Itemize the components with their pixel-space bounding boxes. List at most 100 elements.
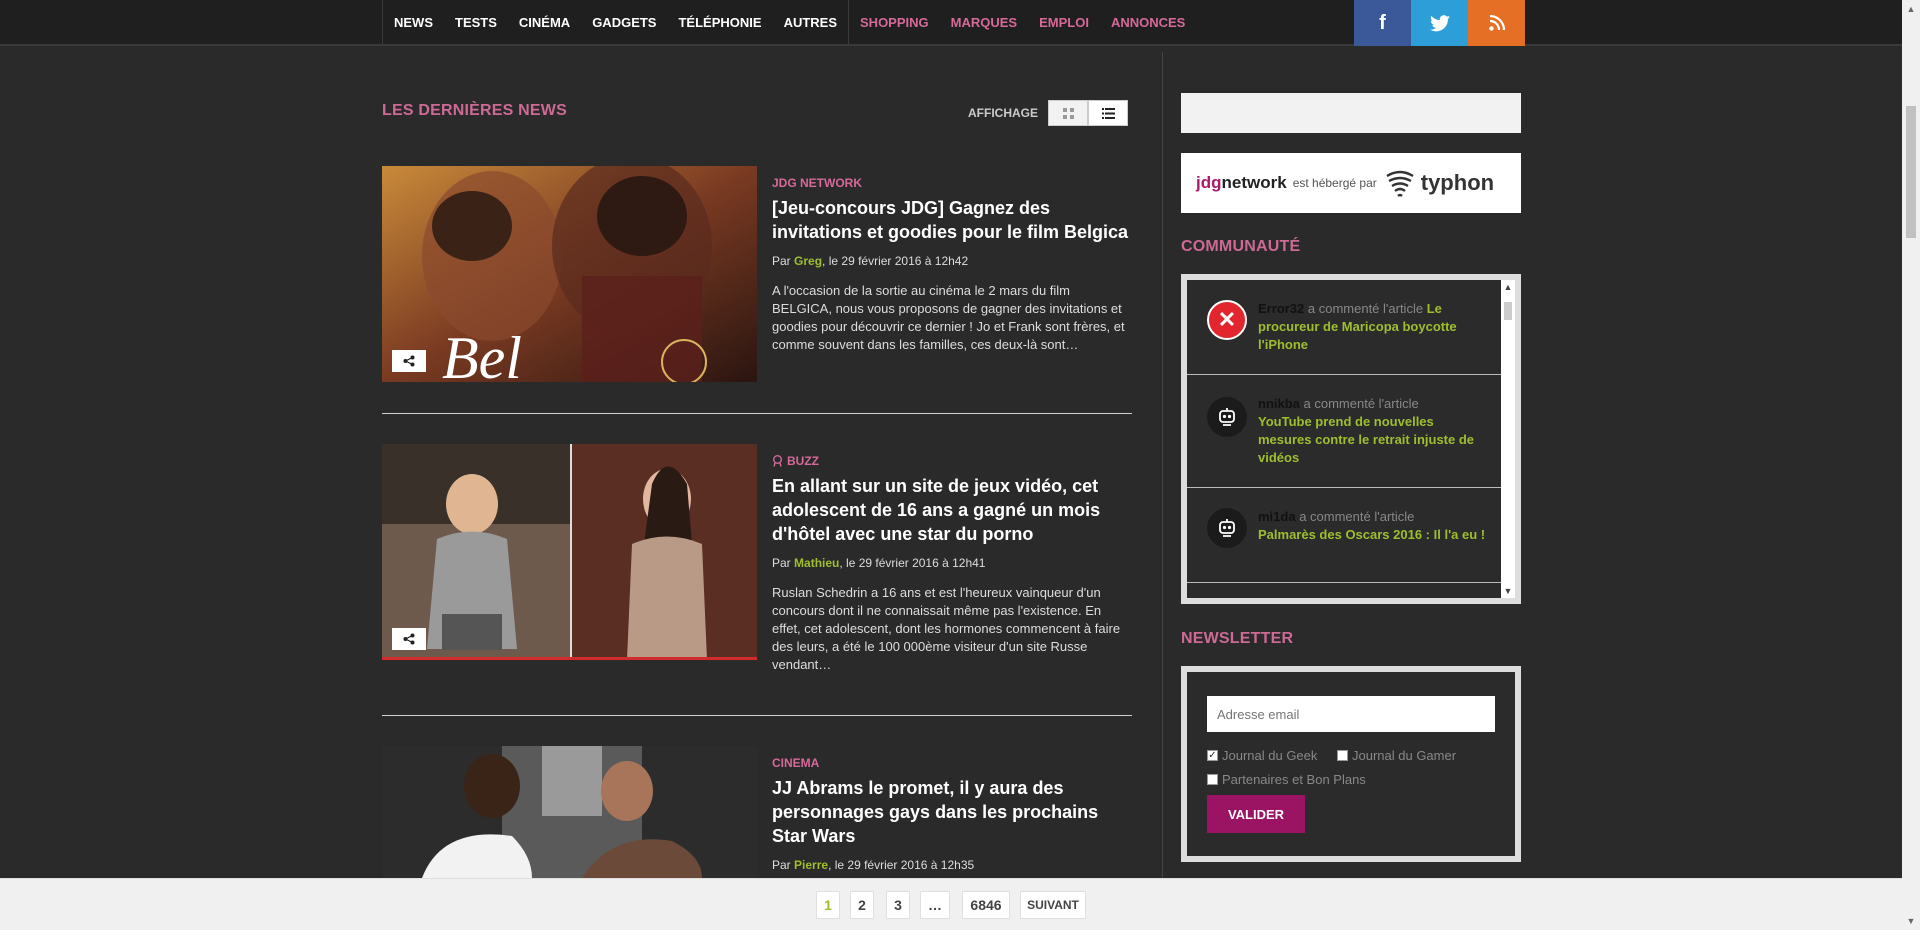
page-1[interactable]: 1: [816, 891, 840, 919]
comment-user[interactable]: mi1da: [1258, 509, 1296, 524]
category-label[interactable]: BUZZ: [787, 454, 819, 468]
robot-avatar-icon: [1207, 508, 1247, 548]
article-category[interactable]: JDG NETWORK: [772, 176, 862, 190]
article-divider: [382, 413, 1132, 414]
comment-user[interactable]: nnikba: [1258, 396, 1300, 411]
comment-action: a commenté l'article: [1299, 509, 1415, 524]
by-label: Par: [772, 556, 791, 570]
pagination-bar: 1 2 3 … 6846 SUIVANT: [0, 878, 1902, 930]
article-title[interactable]: JJ Abrams le promet, il y aura des perso…: [772, 776, 1132, 848]
article-meta: Par Mathieu, le 29 février 2016 à 12h41: [772, 556, 985, 570]
article-card: Bel JDG NETWORK [Jeu-concours JDG] Gagne…: [382, 166, 1132, 382]
page-last[interactable]: 6846: [962, 891, 1010, 919]
comment-item[interactable]: ✕ Error32 a commenté l'article Le procur…: [1187, 280, 1503, 375]
scroll-down-icon[interactable]: ▼: [1902, 916, 1920, 926]
email-field[interactable]: [1207, 696, 1495, 732]
nav-emploi[interactable]: EMPLOI: [1028, 0, 1100, 46]
nav-autres[interactable]: AUTRES: [773, 0, 848, 46]
page-scrollbar-thumb[interactable]: [1906, 106, 1916, 238]
nav-gadgets[interactable]: GADGETS: [581, 0, 667, 46]
comment-item[interactable]: nnikba a commenté l'article YouTube pren…: [1187, 375, 1503, 488]
newsletter-title: NEWSLETTER: [1181, 630, 1294, 647]
comment-user[interactable]: Error32: [1258, 301, 1304, 316]
nav-cinema[interactable]: CINÉMA: [508, 0, 581, 46]
comment-article-link[interactable]: Palmarès des Oscars 2016 : Il l'a eu !: [1258, 527, 1485, 542]
article-title[interactable]: [Jeu-concours JDG] Gagnez des invitation…: [772, 196, 1132, 244]
comment-action: a commenté l'article: [1303, 396, 1419, 411]
checkbox-label: Journal du Gamer: [1352, 748, 1457, 763]
comment-text: Error32 a commenté l'article Le procureu…: [1258, 300, 1488, 354]
list-view-icon[interactable]: [1088, 100, 1128, 126]
rss-icon[interactable]: [1468, 0, 1525, 46]
svg-text:Bel: Bel: [442, 325, 522, 382]
article-date: , le 29 février 2016 à 12h41: [839, 556, 986, 570]
column-divider: [1162, 52, 1163, 878]
page-3[interactable]: 3: [886, 891, 910, 919]
article-excerpt: Ruslan Schedrin a 16 ans et est l'heureu…: [772, 585, 1121, 672]
by-label: Par: [772, 858, 791, 872]
nav-news[interactable]: NEWS: [383, 0, 444, 46]
community-scrollbar[interactable]: ▲ ▼: [1501, 280, 1515, 598]
comment-text: mi1da a commenté l'article Palmarès des …: [1258, 508, 1488, 544]
social-links: f: [1354, 0, 1525, 46]
checkbox-checked[interactable]: ✓: [1207, 750, 1218, 761]
view-toggle: [1048, 100, 1128, 126]
chevron-up-icon[interactable]: ▲: [1501, 282, 1515, 292]
opt-partenaires[interactable]: Partenaires et Bon Plans: [1207, 772, 1366, 787]
comment-article-link[interactable]: YouTube prend de nouvelles mesures contr…: [1258, 414, 1474, 465]
article-excerpt: A l'occasion de la sortie au cinéma le 2…: [772, 283, 1125, 352]
chevron-down-icon[interactable]: ▼: [1501, 586, 1515, 596]
buzz-icon: [773, 455, 782, 467]
nav-telephonie[interactable]: TÉLÉPHONIE: [667, 0, 772, 46]
comment-action: a commenté l'article: [1307, 301, 1424, 316]
scroll-up-icon[interactable]: ▲: [1902, 4, 1920, 14]
article-meta: Par Pierre, le 29 février 2016 à 12h35: [772, 858, 974, 872]
article-divider: [382, 715, 1132, 716]
nav-annonces[interactable]: ANNONCES: [1100, 0, 1196, 46]
article-thumbnail[interactable]: Bel: [382, 166, 757, 382]
newsletter-widget: ✓ Journal du Geek Journal du Gamer Parte…: [1181, 666, 1521, 862]
article-title[interactable]: En allant sur un site de jeux vidéo, cet…: [772, 474, 1132, 546]
checkbox[interactable]: [1337, 750, 1348, 761]
top-navigation-bar: NEWS TESTS CINÉMA GADGETS TÉLÉPHONIE AUT…: [0, 0, 1902, 46]
ad-banner[interactable]: [1181, 93, 1521, 133]
newsletter-form: ✓ Journal du Geek Journal du Gamer Parte…: [1187, 672, 1515, 856]
valider-button[interactable]: VALIDER: [1207, 795, 1305, 833]
twitter-icon[interactable]: [1411, 0, 1468, 46]
nav-shopping[interactable]: SHOPPING: [849, 0, 940, 46]
checkbox-label: Journal du Geek: [1222, 748, 1318, 763]
community-list[interactable]: ✕ Error32 a commenté l'article Le procur…: [1187, 280, 1515, 598]
nav-marques[interactable]: MARQUES: [940, 0, 1028, 46]
checkbox[interactable]: [1207, 774, 1218, 785]
typhon-icon: [1386, 170, 1414, 197]
grid-view-icon[interactable]: [1048, 100, 1088, 126]
scrollbar-thumb[interactable]: [1504, 302, 1512, 320]
share-icon[interactable]: [392, 628, 426, 650]
article-meta: Par Greg, le 29 février 2016 à 12h42: [772, 254, 968, 268]
by-label: Par: [772, 254, 791, 268]
article-author[interactable]: Mathieu: [794, 556, 839, 570]
community-widget: ✕ Error32 a commenté l'article Le procur…: [1181, 274, 1521, 604]
page-2[interactable]: 2: [850, 891, 874, 919]
article-category[interactable]: BUZZ: [772, 454, 819, 468]
opt-journal-du-geek[interactable]: ✓ Journal du Geek: [1207, 748, 1317, 763]
share-icon[interactable]: [392, 350, 426, 372]
checkbox-label: Partenaires et Bon Plans: [1222, 772, 1366, 787]
page-ellipsis: …: [920, 891, 950, 919]
comment-text: nnikba a commenté l'article YouTube pren…: [1258, 395, 1488, 467]
hosting-banner[interactable]: jdgnetwork est hébergé par typhon: [1181, 153, 1521, 213]
page-scrollbar[interactable]: ▲ ▼: [1902, 0, 1920, 930]
article-author[interactable]: Pierre: [794, 858, 828, 872]
article-card: CINEMA JJ Abrams le promet, il y aura de…: [382, 746, 1132, 878]
opt-journal-du-gamer[interactable]: Journal du Gamer: [1337, 748, 1456, 763]
article-thumbnail[interactable]: [382, 444, 757, 660]
article-category[interactable]: CINEMA: [772, 756, 819, 770]
next-page-button[interactable]: SUIVANT: [1020, 891, 1086, 919]
nav-tests[interactable]: TESTS: [444, 0, 508, 46]
article-thumbnail[interactable]: [382, 746, 757, 878]
facebook-icon[interactable]: f: [1354, 0, 1411, 46]
article-author[interactable]: Greg: [794, 254, 822, 268]
community-title: COMMUNAUTÉ: [1181, 238, 1301, 255]
comment-item[interactable]: mi1da a commenté l'article Palmarès des …: [1187, 488, 1503, 583]
article-card: BUZZ En allant sur un site de jeux vidéo…: [382, 444, 1132, 672]
